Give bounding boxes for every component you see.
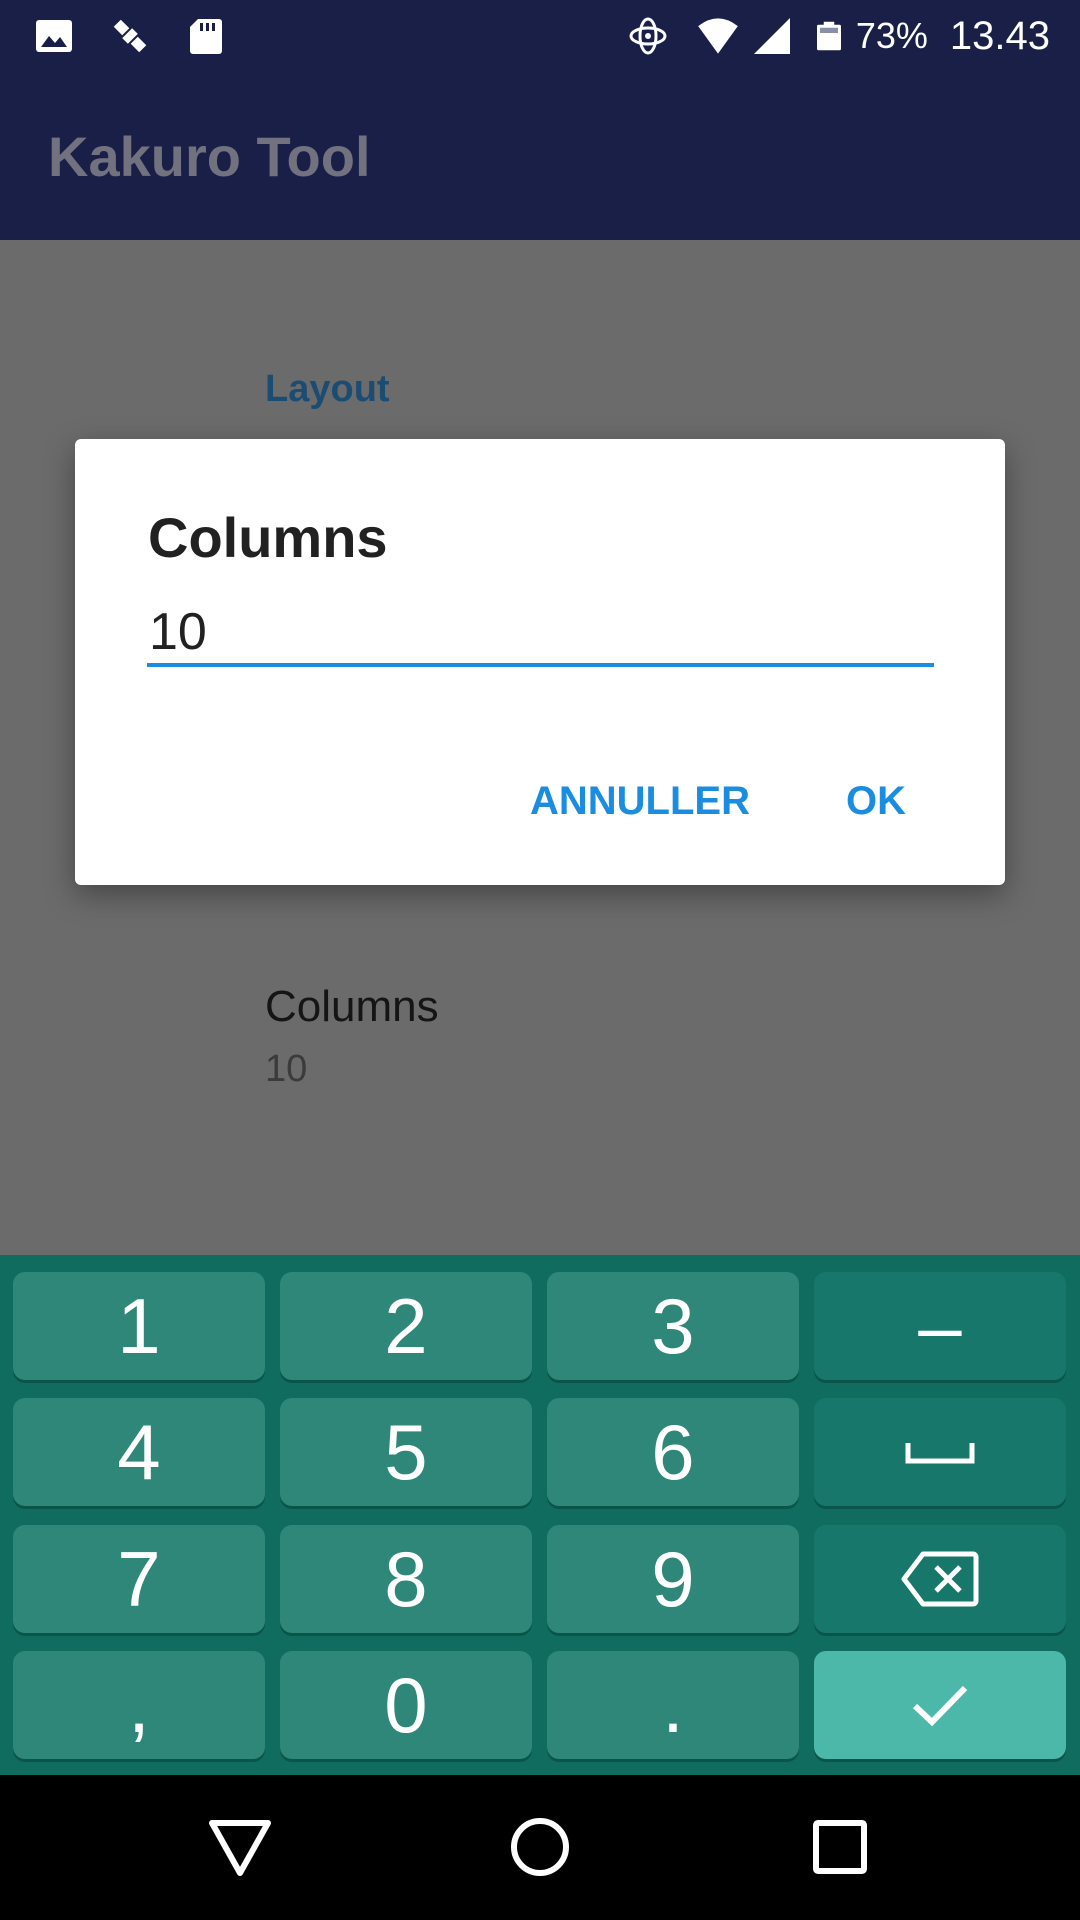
columns-preference-title[interactable]: Columns (265, 982, 439, 1032)
key-3[interactable]: 3 (547, 1272, 799, 1380)
numeric-keyboard: 1 2 3 – 4 5 6 7 8 9 , 0 . (0, 1255, 1080, 1775)
back-button[interactable] (198, 1805, 282, 1889)
back-icon (209, 1820, 271, 1876)
ok-button[interactable]: OK (846, 769, 906, 833)
key-minus[interactable]: – (814, 1272, 1066, 1380)
key-period[interactable]: . (547, 1651, 799, 1759)
key-2[interactable]: 2 (280, 1272, 532, 1380)
key-4[interactable]: 4 (13, 1398, 265, 1506)
data-sync-icon (629, 17, 667, 55)
wifi-icon (698, 18, 738, 54)
key-8[interactable]: 8 (280, 1525, 532, 1633)
home-button[interactable] (498, 1805, 582, 1889)
battery-percent: 73% (855, 15, 928, 56)
app-bar: Kakuro Tool (0, 72, 1080, 240)
app-title: Kakuro Tool (48, 124, 371, 188)
key-comma[interactable]: , (13, 1651, 265, 1759)
columns-dialog: Columns ANNULLER OK (75, 439, 1005, 885)
cancel-button[interactable]: ANNULLER (530, 769, 750, 833)
key-9[interactable]: 9 (547, 1525, 799, 1633)
dialog-title: Columns (148, 506, 388, 569)
key-enter[interactable] (814, 1651, 1066, 1759)
columns-preference-summary: 10 (265, 1048, 308, 1090)
key-space[interactable] (814, 1398, 1066, 1506)
satellite-icon (113, 19, 147, 53)
navigation-bar (0, 1775, 1080, 1920)
battery-icon (816, 21, 841, 51)
home-icon (511, 1818, 569, 1876)
key-1[interactable]: 1 (13, 1272, 265, 1380)
checkmark-icon (912, 1685, 968, 1727)
columns-input[interactable] (147, 601, 934, 667)
backspace-icon (901, 1551, 979, 1607)
signal-icon (753, 18, 790, 54)
key-backspace[interactable] (814, 1525, 1066, 1633)
key-0[interactable]: 0 (280, 1651, 532, 1759)
status-bar-left (34, 16, 262, 56)
key-6[interactable]: 6 (547, 1398, 799, 1506)
key-7[interactable]: 7 (13, 1525, 265, 1633)
image-icon (36, 20, 72, 52)
space-icon (905, 1443, 975, 1464)
screen: 73% 13.43 Kakuro Tool Layout Columns 10 … (0, 0, 1080, 1920)
recents-button[interactable] (798, 1805, 882, 1889)
status-bar: 73% 13.43 (0, 0, 1080, 72)
sd-card-icon (190, 19, 222, 54)
clock: 13.43 (949, 13, 1050, 58)
recents-icon (813, 1820, 867, 1874)
key-5[interactable]: 5 (280, 1398, 532, 1506)
section-header-layout: Layout (265, 368, 390, 410)
status-bar-right: 73% 13.43 (606, 14, 1050, 59)
